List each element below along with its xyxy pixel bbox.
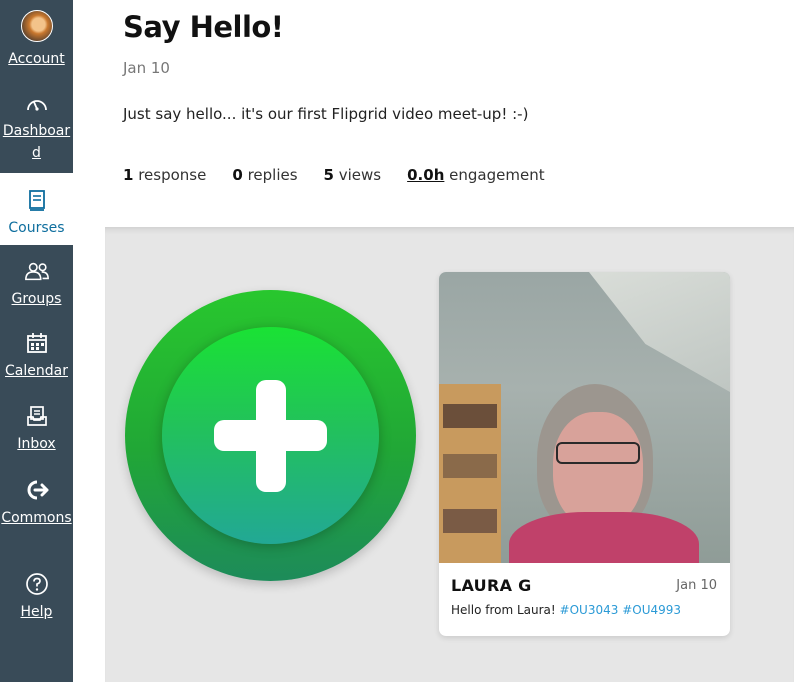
views-count: 5 — [323, 166, 334, 184]
engagement-label: engagement — [449, 166, 545, 184]
thumbnail-glasses — [556, 442, 640, 464]
shelf-row — [443, 509, 497, 533]
responses-stat: 1 response — [123, 166, 206, 184]
sidebar-item-calendar[interactable]: Calendar — [0, 330, 73, 390]
thumbnail-shirt — [509, 512, 699, 563]
sidebar-item-label: Inbox — [17, 436, 56, 452]
response-date: Jan 10 — [676, 578, 717, 593]
book-icon — [24, 187, 50, 213]
add-response-inner — [162, 327, 379, 544]
help-icon — [24, 571, 50, 597]
sidebar-item-dashboard[interactable]: Dashboard — [0, 92, 73, 164]
replies-stat: 0 replies — [232, 166, 297, 184]
page-title: Say Hello! — [123, 10, 284, 44]
engagement-stat: 0.0h engagement — [407, 166, 544, 184]
thumbnail-bookshelf — [439, 384, 501, 563]
sidebar-item-courses[interactable]: Courses — [0, 173, 73, 245]
video-thumbnail[interactable] — [439, 272, 730, 563]
sidebar-item-commons[interactable]: Commons — [0, 477, 73, 549]
sidebar-item-groups[interactable]: Groups — [0, 258, 73, 318]
sidebar-item-label: Groups — [11, 291, 62, 307]
dashboard-gauge-icon — [24, 92, 50, 116]
sidebar-item-account[interactable]: Account — [0, 10, 73, 72]
sidebar-item-label: Help — [20, 604, 53, 620]
users-icon — [24, 258, 50, 284]
sidebar-item-label: Courses — [8, 220, 65, 236]
sidebar-item-help[interactable]: Help — [0, 571, 73, 631]
caption-text: Hello from Laura! — [451, 603, 556, 617]
avatar — [20, 10, 53, 42]
responder-name: LAURA G — [451, 576, 532, 595]
sidebar-item-label: Account — [8, 51, 65, 67]
hashtag-link[interactable]: #OU4993 — [622, 603, 681, 617]
response-card[interactable]: LAURA G Jan 10 Hello from Laura! #OU3043… — [439, 272, 730, 636]
sidebar-item-label: Calendar — [5, 363, 68, 379]
sidebar-item-label: Commons — [1, 510, 72, 526]
shelf-row — [443, 404, 497, 428]
post-date: Jan 10 — [123, 59, 170, 77]
post-stats: 1 response 0 replies 5 views 0.0h engage… — [123, 166, 571, 184]
add-response-button[interactable] — [125, 290, 416, 581]
thumbnail-person-face — [553, 412, 643, 527]
replies-label: replies — [247, 166, 298, 184]
plus-icon-bar — [214, 420, 327, 451]
hashtag-link[interactable]: #OU3043 — [560, 603, 619, 617]
sidebar-item-label: Dashboard — [2, 123, 71, 161]
response-caption: Hello from Laura! #OU3043 #OU4993 — [451, 603, 681, 617]
inbox-icon — [24, 403, 50, 429]
responses-label: response — [138, 166, 207, 184]
replies-count: 0 — [232, 166, 243, 184]
shelf-row — [443, 454, 497, 478]
responses-count: 1 — [123, 166, 134, 184]
sidebar-item-inbox[interactable]: Inbox — [0, 403, 73, 463]
views-label: views — [338, 166, 382, 184]
post-description: Just say hello... it's our first Flipgri… — [123, 105, 529, 123]
global-nav-sidebar: Account Dashboard Courses Groups Calenda… — [0, 0, 73, 682]
engagement-link[interactable]: 0.0h — [407, 166, 444, 184]
thumbnail-ceiling — [589, 272, 730, 392]
views-stat: 5 views — [324, 166, 382, 184]
calendar-icon — [24, 330, 50, 356]
commons-arrow-icon — [24, 477, 50, 503]
